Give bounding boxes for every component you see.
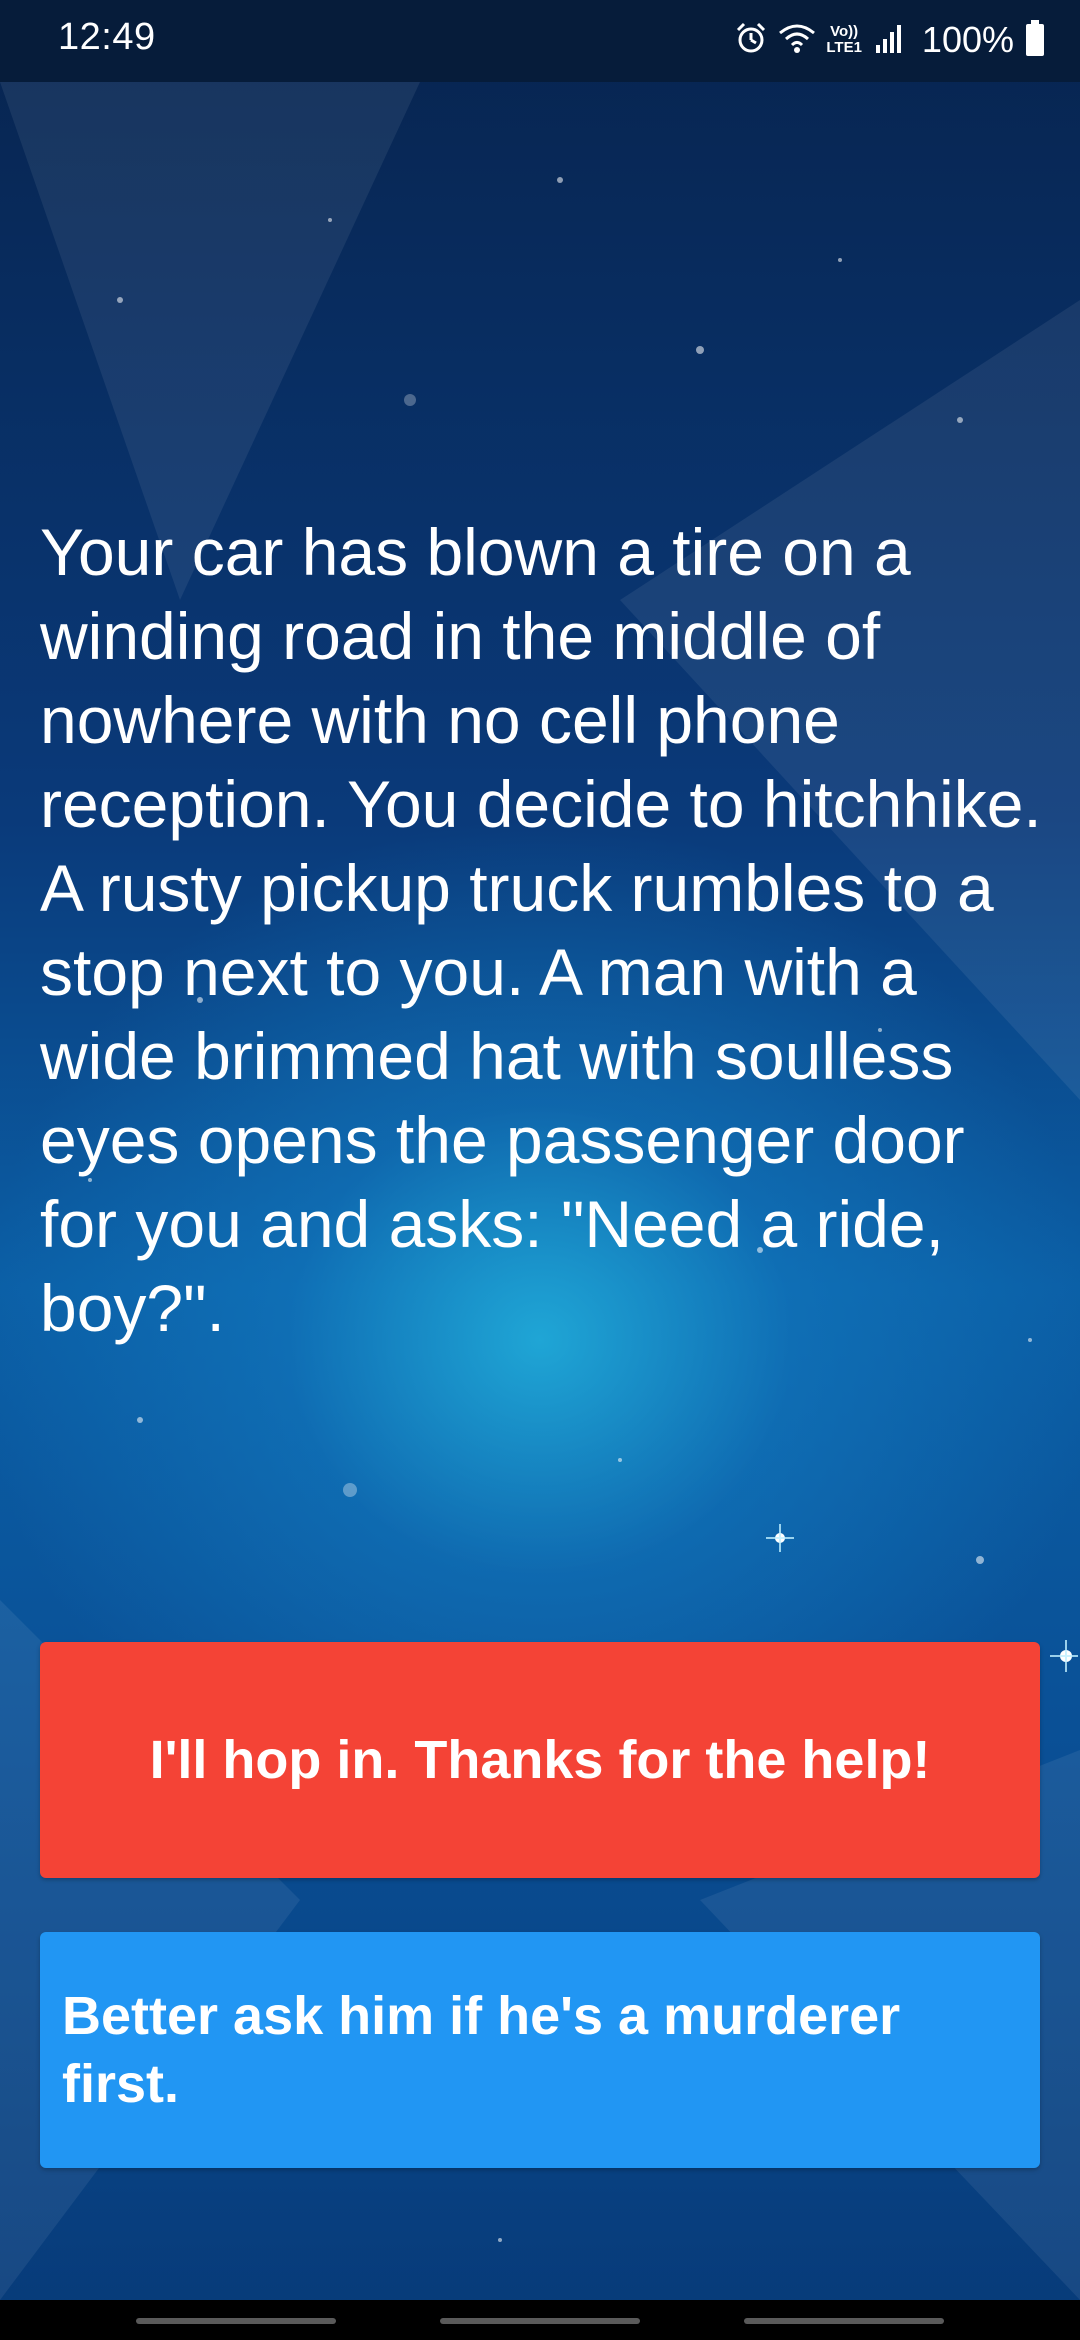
choice-ask-murderer-button[interactable]: Better ask him if he's a murderer first.: [40, 1932, 1040, 2168]
choice-ask-murderer-label: Better ask him if he's a murderer first.: [62, 1986, 901, 2114]
alarm-icon: [734, 21, 768, 60]
status-bar: 12:49 Vo)) LTE1 100%: [0, 0, 1080, 82]
choice-hop-in-button[interactable]: I'll hop in. Thanks for the help!: [40, 1642, 1040, 1878]
battery-percentage: 100%: [921, 19, 1014, 60]
recents-nav-button[interactable]: [136, 2318, 336, 2324]
network-type-label: Vo)) LTE1: [826, 24, 862, 56]
network-volte: Vo)): [830, 23, 859, 40]
home-nav-button[interactable]: [440, 2318, 640, 2324]
back-nav-button[interactable]: [744, 2318, 944, 2324]
story-text: Your car has blown a tire on a winding r…: [40, 515, 1042, 1345]
signal-icon: [874, 21, 904, 60]
choice-hop-in-label: I'll hop in. Thanks for the help!: [149, 1730, 931, 1790]
status-time: 12:49: [58, 16, 156, 58]
wifi-icon: [778, 21, 816, 60]
status-icons: Vo)) LTE1 100%: [734, 14, 1046, 66]
navigation-bar: [0, 2300, 1080, 2340]
battery-icon: [1024, 19, 1046, 62]
network-lte: LTE1: [826, 39, 862, 56]
